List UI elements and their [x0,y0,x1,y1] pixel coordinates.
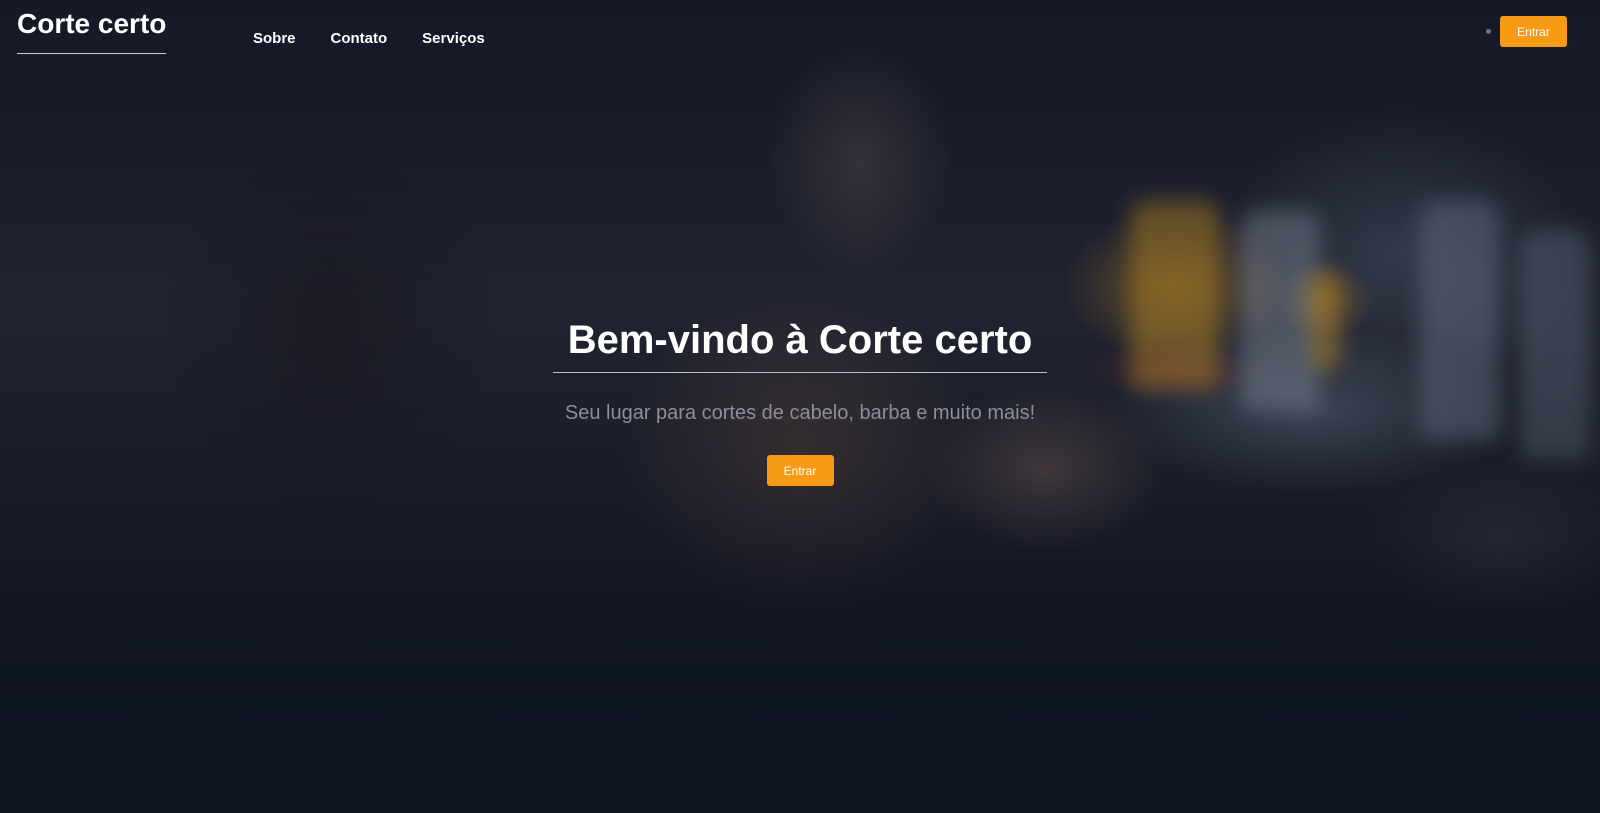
nav-link-servicos[interactable]: Serviços [422,30,485,48]
nav-link-sobre[interactable]: Sobre [253,30,296,48]
hero-section: Bem-vindo à Corte certo Seu lugar para c… [553,316,1047,486]
brand-logo[interactable]: Corte certo [17,8,166,54]
site-header: Corte certo Sobre Contato Serviços Entra… [0,0,1600,70]
hero-title: Bem-vindo à Corte certo [553,316,1047,373]
nav-link-contato[interactable]: Contato [331,30,388,48]
header-login-button[interactable]: Entrar [1500,16,1567,47]
main-nav: Sobre Contato Serviços [253,30,520,48]
hero-subtitle: Seu lugar para cortes de cabelo, barba e… [564,402,1036,424]
dot-icon [1486,29,1491,34]
hero-login-button[interactable]: Entrar [766,455,834,486]
